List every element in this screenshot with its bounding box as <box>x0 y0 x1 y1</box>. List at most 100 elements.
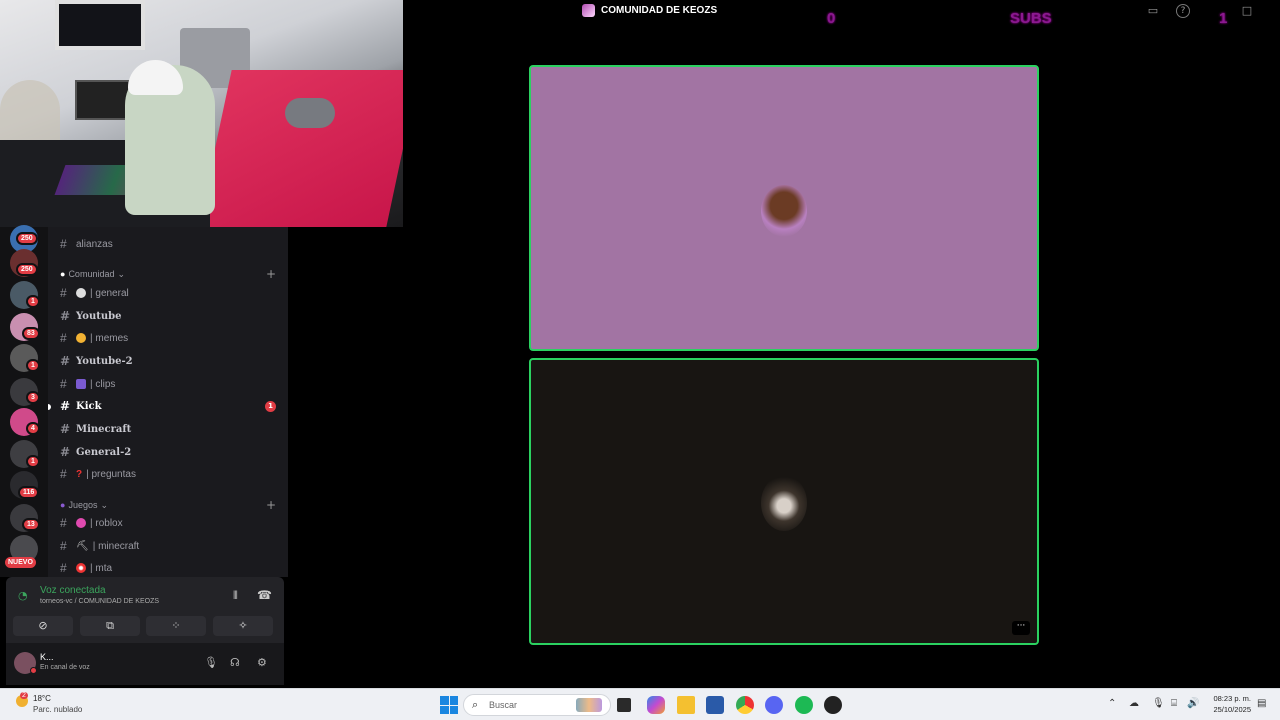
server-badge: 83 <box>22 327 40 340</box>
hash-icon: # <box>60 539 67 553</box>
category-label: Juegos <box>68 500 98 510</box>
voice-location[interactable]: torneos-vc / COMUNIDAD DE KEOZS <box>40 598 159 605</box>
help-icon[interactable]: ? <box>1176 4 1190 18</box>
user-panel: K... En canal de voz 🎙 ☊ ⚙ <box>6 643 284 685</box>
channel-general[interactable]: # | general <box>60 283 129 303</box>
notifications-icon[interactable]: ▤ <box>1257 698 1266 709</box>
activities-button[interactable]: ⁘ <box>146 616 206 636</box>
discord-app: COMUNIDAD DE KEOZS 0 SUBS 1 ▭ ? □ 250 25… <box>0 0 1280 688</box>
volume-icon[interactable]: 🔊 <box>1187 698 1199 709</box>
spotify-icon[interactable] <box>795 696 813 714</box>
stream-overlay-count-left: 0 <box>827 10 836 27</box>
maximize-button[interactable]: □ <box>1240 4 1254 18</box>
screen-share-button[interactable]: ⧉ <box>80 616 140 636</box>
channel-minecraft-bold[interactable]: # Minecraft <box>60 419 131 439</box>
channel-label: | memes <box>90 332 129 344</box>
video-tile-1[interactable] <box>529 65 1039 351</box>
add-channel-icon[interactable]: + <box>266 498 276 512</box>
start-tile <box>440 705 449 714</box>
voice-status[interactable]: Voz conectada <box>40 585 106 596</box>
microphone-icon[interactable]: 🎙 <box>204 656 218 669</box>
channel-alianzas[interactable]: # alianzas <box>60 234 113 254</box>
taskbar-search[interactable]: ⌕ Buscar <box>463 694 611 716</box>
server-badge: 3 <box>26 391 40 404</box>
add-channel-icon[interactable]: + <box>266 267 276 281</box>
settings-gear-icon[interactable]: ⚙ <box>257 656 267 669</box>
participant-avatar <box>761 475 807 531</box>
channel-clips[interactable]: # | clips <box>60 374 115 394</box>
target-emoji-icon <box>76 563 86 573</box>
headphones-icon[interactable]: ☊ <box>230 656 240 669</box>
channel-label: | roblox <box>90 517 123 529</box>
soundboard-button[interactable]: ✧ <box>213 616 273 636</box>
window-title-text: COMUNIDAD DE KEOZS <box>601 5 718 16</box>
more-options-icon[interactable]: ··· <box>1012 621 1030 635</box>
file-explorer-icon[interactable] <box>677 696 695 714</box>
discord-icon[interactable] <box>765 696 783 714</box>
tray-chevron-up-icon[interactable]: ⌃ <box>1108 698 1116 709</box>
hash-icon: # <box>60 422 71 436</box>
inbox-icon[interactable]: ▭ <box>1146 4 1160 18</box>
server-badge: 250 <box>16 263 38 276</box>
video-tile-2[interactable]: ··· <box>529 358 1039 645</box>
clock[interactable]: 08:23 p. m. 25/10/2025 <box>1203 693 1251 715</box>
network-icon[interactable]: ⌸ <box>1171 698 1177 709</box>
channel-youtube[interactable]: # Youtube <box>60 306 121 326</box>
speech-bubble-icon: ● <box>60 269 66 279</box>
channel-roblox[interactable]: # | roblox <box>60 513 123 533</box>
disconnect-icon[interactable]: ☎ <box>257 588 272 602</box>
clock-date: 25/10/2025 <box>1213 705 1251 714</box>
obs-icon[interactable] <box>824 696 842 714</box>
server-list: 250 250 1 83 1 3 4 1 116 13 <box>0 225 48 577</box>
channel-youtube-2[interactable]: # Youtube-2 <box>60 351 133 371</box>
chevron-down-icon: ⌄ <box>117 268 126 279</box>
channel-memes[interactable]: # | memes <box>60 328 128 348</box>
channel-minecraft[interactable]: # ⛏ | minecraft <box>60 536 139 556</box>
webcam-laptop <box>75 80 130 120</box>
hash-icon: # <box>60 286 67 300</box>
channel-label: | mta <box>90 562 113 574</box>
laughing-emoji-icon <box>76 333 86 343</box>
category-comunidad[interactable]: ● Comunidad ⌄ <box>60 267 125 281</box>
channel-general-2[interactable]: # General-2 <box>60 442 131 462</box>
weather-badge: 2 <box>20 692 28 699</box>
user-status: En canal de voz <box>40 664 90 671</box>
channel-mta[interactable]: # | mta <box>60 558 112 577</box>
channel-label: Youtube-2 <box>76 355 133 367</box>
channel-label: | minecraft <box>92 540 140 552</box>
copilot-icon[interactable] <box>647 696 665 714</box>
noise-suppression-icon[interactable]: ⦀ <box>233 589 238 603</box>
channel-label: | clips <box>90 378 116 390</box>
onedrive-icon[interactable]: ☁ <box>1129 698 1139 709</box>
server-badge: 1 <box>26 295 40 308</box>
channel-label: alianzas <box>76 238 113 250</box>
hash-icon: # <box>60 445 71 459</box>
start-tile <box>440 696 449 705</box>
tray-microphone-icon[interactable]: 🎙 <box>1152 698 1165 709</box>
server-badge: 4 <box>26 422 40 435</box>
webcam-cat <box>285 98 335 128</box>
channel-label: | preguntas <box>86 468 136 480</box>
chrome-icon[interactable] <box>736 696 754 714</box>
unread-indicator <box>48 404 51 410</box>
webcam-overlay <box>0 0 403 227</box>
task-view-icon[interactable] <box>617 698 631 712</box>
server-badge: 13 <box>22 518 40 531</box>
participant-avatar <box>761 185 807 237</box>
camera-off-button[interactable]: ⊘ <box>13 616 73 636</box>
speech-emoji-icon <box>76 288 86 298</box>
voice-panel: ◔ Voz conectada torneos-vc / COMUNIDAD D… <box>6 577 284 643</box>
start-button[interactable] <box>440 696 458 714</box>
server-icon <box>582 4 595 17</box>
stream-overlay-subs: SUBS <box>1010 10 1052 27</box>
weather-temp: 18°C <box>33 694 51 703</box>
server-badge: 1 <box>26 455 40 468</box>
stream-overlay-count-right: 1 <box>1219 10 1228 27</box>
channel-preguntas[interactable]: # ? | preguntas <box>60 464 136 484</box>
category-juegos[interactable]: ● Juegos ⌄ <box>60 498 108 512</box>
store-icon[interactable] <box>706 696 724 714</box>
weather-desc: Parc. nublado <box>33 705 83 714</box>
channel-label: Minecraft <box>76 423 132 435</box>
channel-kick[interactable]: # Kick <box>60 396 102 416</box>
username[interactable]: K... <box>40 652 54 662</box>
